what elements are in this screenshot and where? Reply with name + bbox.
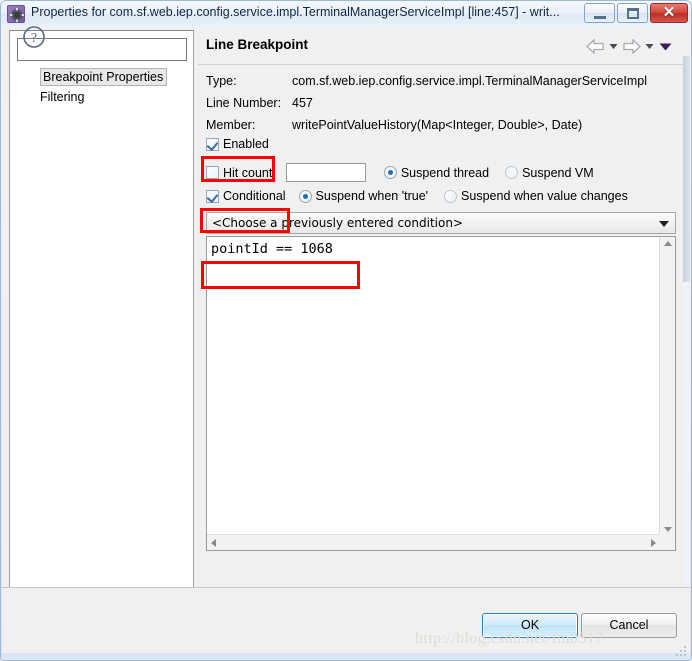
header-divider: [198, 64, 683, 65]
condition-editor-horizontal-scrollbar[interactable]: [207, 534, 660, 550]
triangle-down-icon[interactable]: [664, 527, 672, 532]
triangle-left-icon[interactable]: [211, 539, 216, 547]
suspend-when-true-option[interactable]: Suspend when 'true': [298, 189, 429, 203]
condition-history-value: <Choose a previously entered condition>: [212, 216, 463, 230]
properties-dialog-window: Properties for com.sf.web.iep.config.ser…: [0, 0, 692, 661]
scrollbar-corner: [659, 534, 675, 550]
resize-grip-icon[interactable]: [675, 645, 687, 657]
title-bar: Properties for com.sf.web.iep.config.ser…: [1, 1, 691, 27]
condition-history-combobox[interactable]: <Choose a previously entered condition>: [206, 212, 676, 234]
chevron-down-icon[interactable]: [644, 41, 655, 51]
dialog-vertical-scrollbar[interactable]: [683, 56, 690, 602]
settings-tree-pane: Breakpoint Properties Filtering: [9, 30, 194, 600]
suspend-vm-radio[interactable]: [505, 166, 519, 179]
breakpoint-properties-pane: Line Breakpoint Type: com.sf.web.iep.con…: [198, 30, 683, 600]
field-label: Line Number:: [206, 96, 282, 110]
sidebar-item-label: Filtering: [40, 90, 85, 104]
enabled-label: Enabled: [223, 137, 269, 151]
suspend-thread-label: Suspend thread: [400, 165, 490, 180]
question-mark-icon: ?: [31, 31, 37, 46]
field-row-line-number: Line Number: 457: [206, 96, 676, 118]
chevron-down-filled-icon[interactable]: [658, 41, 673, 52]
triangle-up-icon[interactable]: [664, 241, 672, 246]
maximize-icon: [627, 8, 639, 19]
suspend-vm-option[interactable]: Suspend VM: [505, 166, 594, 180]
minimize-button[interactable]: [584, 3, 615, 23]
pane-header: Line Breakpoint: [198, 30, 683, 64]
minimize-icon: [594, 16, 606, 19]
close-icon: ✕: [662, 4, 676, 21]
close-button[interactable]: ✕: [650, 3, 688, 23]
settings-tree: Breakpoint Properties Filtering: [10, 67, 193, 107]
field-row-type: Type: com.sf.web.iep.config.service.impl…: [206, 74, 676, 96]
hit-count-checkbox[interactable]: [206, 166, 219, 179]
conditional-row: Conditional Suspend when 'true' Suspend …: [206, 189, 628, 203]
suspend-when-true-radio[interactable]: [298, 189, 312, 203]
help-button[interactable]: ?: [22, 25, 46, 49]
sidebar-item-filtering[interactable]: Filtering: [10, 87, 193, 107]
conditional-label: Conditional: [223, 189, 286, 203]
triangle-right-icon[interactable]: [651, 539, 656, 547]
field-label: Type:: [206, 74, 237, 88]
arrow-left-icon[interactable]: [586, 38, 605, 54]
page-title: Line Breakpoint: [206, 37, 309, 52]
dialog-body: Breakpoint Properties Filtering Line Bre…: [2, 27, 690, 633]
suspend-vm-label: Suspend VM: [522, 165, 594, 180]
gear-icon-svg: [10, 8, 24, 22]
chevron-down-icon[interactable]: [659, 221, 669, 227]
scrollbar-thumb[interactable]: [683, 56, 690, 282]
suspend-when-value-changes-option[interactable]: Suspend when value changes: [444, 189, 628, 203]
window-title: Properties for com.sf.web.iep.config.ser…: [31, 5, 560, 19]
gear-icon: [7, 5, 25, 23]
chevron-down-icon[interactable]: [608, 41, 619, 51]
condition-editor-vertical-scrollbar[interactable]: [659, 237, 675, 536]
enabled-checkbox[interactable]: [206, 137, 219, 151]
field-value: 457: [292, 96, 313, 110]
hit-count-label: Hit count:: [223, 165, 276, 180]
maximize-button[interactable]: [617, 3, 648, 23]
arrow-right-icon[interactable]: [622, 38, 641, 54]
field-value: com.sf.web.iep.config.service.impl.Termi…: [292, 74, 647, 88]
field-label: Member:: [206, 118, 256, 132]
suspend-when-value-changes-radio[interactable]: [444, 189, 458, 203]
breakpoint-info-fields: Type: com.sf.web.iep.config.service.impl…: [206, 74, 676, 140]
suspend-when-value-changes-label: Suspend when value changes: [461, 189, 628, 203]
hit-count-row: Hit count: Suspend thread Suspend VM: [206, 163, 594, 182]
sidebar-item-label: Breakpoint Properties: [40, 68, 168, 86]
suspend-when-true-label: Suspend when 'true': [315, 189, 429, 203]
watermark-text: http://blog.csdn.net/fm0517: [415, 630, 604, 647]
field-value: writePointValueHistory(Map<Integer, Doub…: [292, 118, 583, 132]
hit-count-input-wrapper[interactable]: [285, 163, 366, 182]
condition-code-text[interactable]: pointId == 1068: [211, 241, 333, 257]
sidebar-item-breakpoint-properties[interactable]: Breakpoint Properties: [10, 67, 193, 87]
suspend-thread-option[interactable]: Suspend thread: [383, 165, 490, 180]
condition-editor[interactable]: pointId == 1068: [206, 236, 676, 551]
field-row-member: Member: writePointValueHistory(Map<Integ…: [206, 118, 676, 140]
suspend-thread-radio[interactable]: [383, 166, 397, 179]
conditional-checkbox[interactable]: [206, 189, 219, 203]
enabled-row: Enabled: [206, 137, 269, 151]
hit-count-input[interactable]: [286, 164, 365, 182]
navigation-toolbar: [586, 37, 673, 55]
